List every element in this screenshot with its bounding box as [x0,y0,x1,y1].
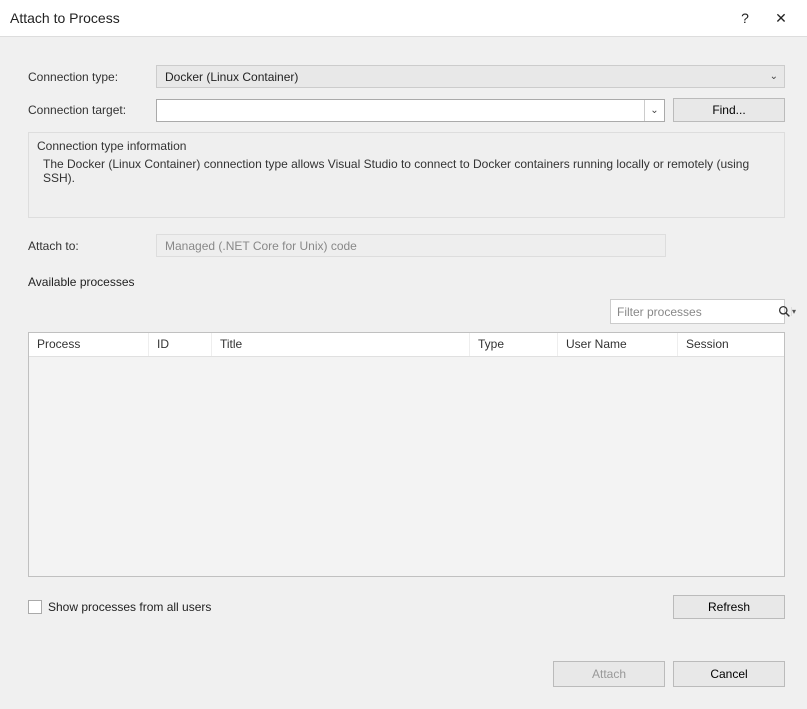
attach-to-label: Attach to: [28,239,156,253]
connection-target-dropdown[interactable]: ⌄ [644,100,664,121]
titlebar: Attach to Process ? ✕ [0,0,807,37]
connection-target-combo[interactable]: ⌄ [156,99,665,122]
col-username[interactable]: User Name [558,333,678,356]
dialog-content: Connection type: Docker (Linux Container… [0,37,807,661]
close-button[interactable]: ✕ [763,6,799,30]
col-type[interactable]: Type [470,333,558,356]
connection-info-box: Connection type information The Docker (… [28,132,785,218]
connection-type-label: Connection type: [28,70,156,84]
connection-target-label: Connection target: [28,103,156,117]
filter-dropdown[interactable]: ▾ [791,307,796,316]
connection-info-body: The Docker (Linux Container) connection … [37,157,776,185]
help-button[interactable]: ? [727,6,763,30]
connection-info-title: Connection type information [37,139,776,153]
connection-type-value: Docker (Linux Container) [165,70,298,84]
filter-row: ▾ [28,299,785,324]
connection-target-row: Connection target: ⌄ Find... [28,98,785,122]
attach-button[interactable]: Attach [553,661,665,687]
show-all-users-label[interactable]: Show processes from all users [48,600,211,614]
chevron-down-icon: ⌄ [650,105,658,116]
attach-to-row: Attach to: Managed (.NET Core for Unix) … [28,234,785,257]
col-process[interactable]: Process [29,333,149,356]
col-session[interactable]: Session [678,333,784,356]
connection-type-select[interactable]: Docker (Linux Container) ⌄ [156,65,785,88]
chevron-down-icon: ⌄ [770,71,778,82]
find-button[interactable]: Find... [673,98,785,122]
connection-target-input[interactable] [157,100,644,121]
dialog-title: Attach to Process [10,10,727,26]
filter-box[interactable]: ▾ [610,299,785,324]
available-processes-label: Available processes [28,275,785,289]
show-all-users-checkbox[interactable] [28,600,42,614]
filter-input[interactable] [611,305,778,319]
col-id[interactable]: ID [149,333,212,356]
under-grid-row: Show processes from all users Refresh [28,595,785,619]
refresh-button[interactable]: Refresh [673,595,785,619]
connection-type-row: Connection type: Docker (Linux Container… [28,65,785,88]
cancel-button[interactable]: Cancel [673,661,785,687]
attach-to-field: Managed (.NET Core for Unix) code [156,234,666,257]
grid-header: Process ID Title Type User Name Session [29,333,784,357]
col-title[interactable]: Title [212,333,470,356]
dialog-footer: Attach Cancel [0,661,807,709]
attach-to-value: Managed (.NET Core for Unix) code [165,239,357,253]
processes-grid[interactable]: Process ID Title Type User Name Session [28,332,785,577]
search-icon[interactable] [778,305,791,318]
